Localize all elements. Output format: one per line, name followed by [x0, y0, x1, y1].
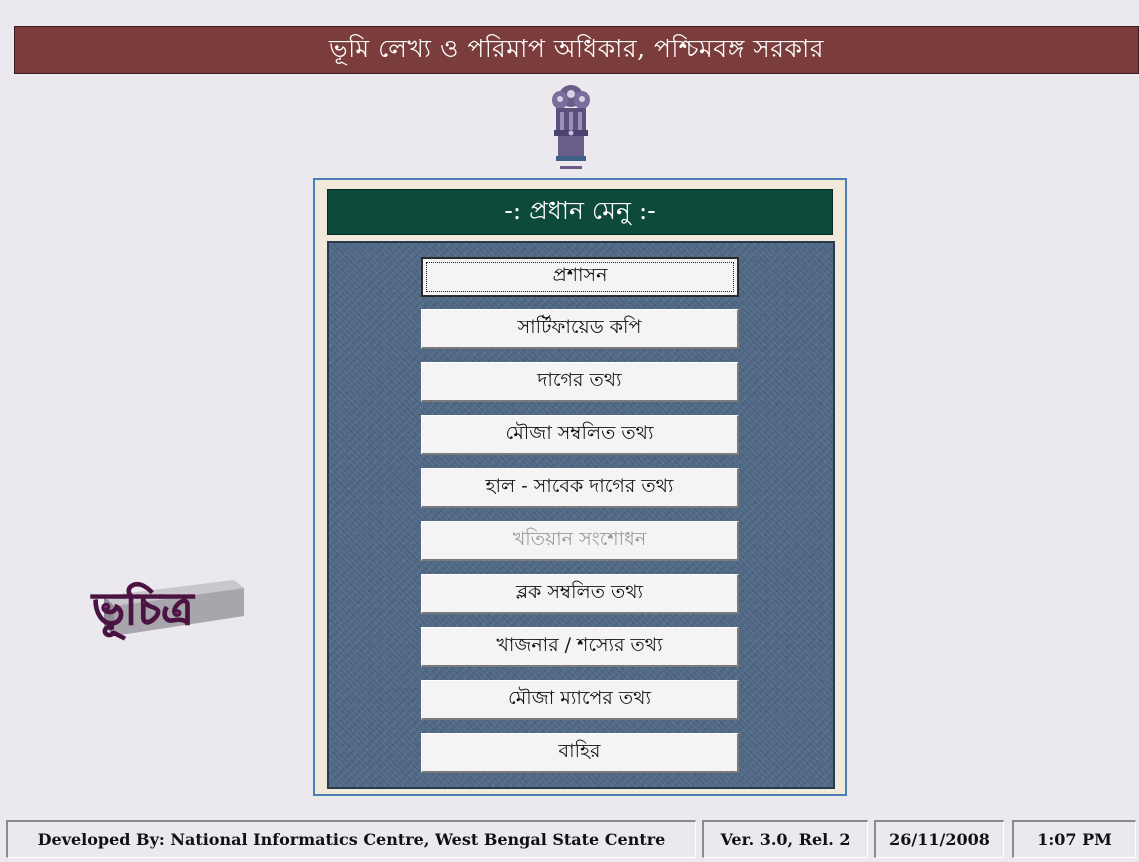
status-time-text: 1:07 PM [1037, 830, 1112, 849]
menu-button-mouza-info[interactable]: মৌজা সম্বলিত তথ্য [421, 415, 739, 455]
main-menu-title-text: -: প্রধান মেনু :- [504, 195, 656, 225]
menu-button-label: সার্টিফায়েড কপি [517, 315, 642, 338]
status-date-cell: 26/11/2008 [874, 820, 1004, 858]
title-bar: ভূমি লেখ্য ও পরিমাপ অধিকার, পশ্চিমবঙ্গ স… [14, 26, 1139, 74]
status-developer-cell: Developed By: National Informatics Centr… [6, 820, 696, 858]
menu-button-current-old-plot-info[interactable]: হাল - সাবেক দাগের তথ্য [421, 468, 739, 508]
menu-button-label: বাহির [558, 739, 601, 762]
bhuchitra-logo-icon: ভূচিত্র [90, 580, 244, 640]
status-bar: Developed By: National Informatics Centr… [0, 817, 1139, 862]
main-menu-title: -: প্রধান মেনু :- [327, 189, 833, 235]
menu-button-label: খতিয়ান সংশোধন [512, 527, 647, 550]
menu-button-label: হাল - সাবেক দাগের তথ্য [485, 474, 674, 497]
status-date-text: 26/11/2008 [889, 830, 990, 849]
menu-button-label: মৌজা সম্বলিত তথ্য [505, 421, 654, 444]
menu-button-exit[interactable]: বাহির [421, 733, 739, 773]
title-bar-text: ভূমি লেখ্য ও পরিমাপ অধিকার, পশ্চিমবঙ্গ স… [329, 33, 824, 63]
menu-button-label: মৌজা ম্যাপের তথ্য [508, 686, 651, 709]
menu-button-block-info[interactable]: ব্লক সম্বলিত তথ্য [421, 574, 739, 614]
menu-button-label: প্রশাসন [552, 264, 608, 286]
menu-button-label: খাজনার / শস্যের তথ্য [496, 633, 663, 656]
menu-button-label: ব্লক সম্বলিত তথ্য [515, 580, 644, 603]
status-version-text: Ver. 3.0, Rel. 2 [720, 830, 851, 849]
menu-button-certified-copy[interactable]: সার্টিফায়েড কপি [421, 309, 739, 349]
main-menu-panel: প্রশাসন সার্টিফায়েড কপি দাগের তথ্য মৌজা… [327, 241, 835, 789]
menu-button-administration[interactable]: প্রশাসন [421, 257, 739, 297]
menu-button-khatian-correction: খতিয়ান সংশোধন [421, 521, 739, 561]
main-menu-frame: -: প্রধান মেনু :- প্রশাসন সার্টিফায়েড ক… [313, 178, 847, 796]
state-emblem-icon [552, 85, 590, 169]
status-time-cell: 1:07 PM [1012, 820, 1136, 858]
status-developer-text: Developed By: National Informatics Centr… [37, 830, 666, 849]
menu-button-label: দাগের তথ্য [537, 368, 622, 391]
status-version-cell: Ver. 3.0, Rel. 2 [702, 820, 868, 858]
menu-button-rent-crop-info[interactable]: খাজনার / শস্যের তথ্য [421, 627, 739, 667]
menu-button-plot-info[interactable]: দাগের তথ্য [421, 362, 739, 402]
svg-text:ভূচিত্র: ভূচিত্র [90, 582, 195, 640]
menu-button-mouza-map-info[interactable]: মৌজা ম্যাপের তথ্য [421, 680, 739, 720]
application-window: ভূমি লেখ্য ও পরিমাপ অধিকার, পশ্চিমবঙ্গ স… [0, 0, 1139, 862]
